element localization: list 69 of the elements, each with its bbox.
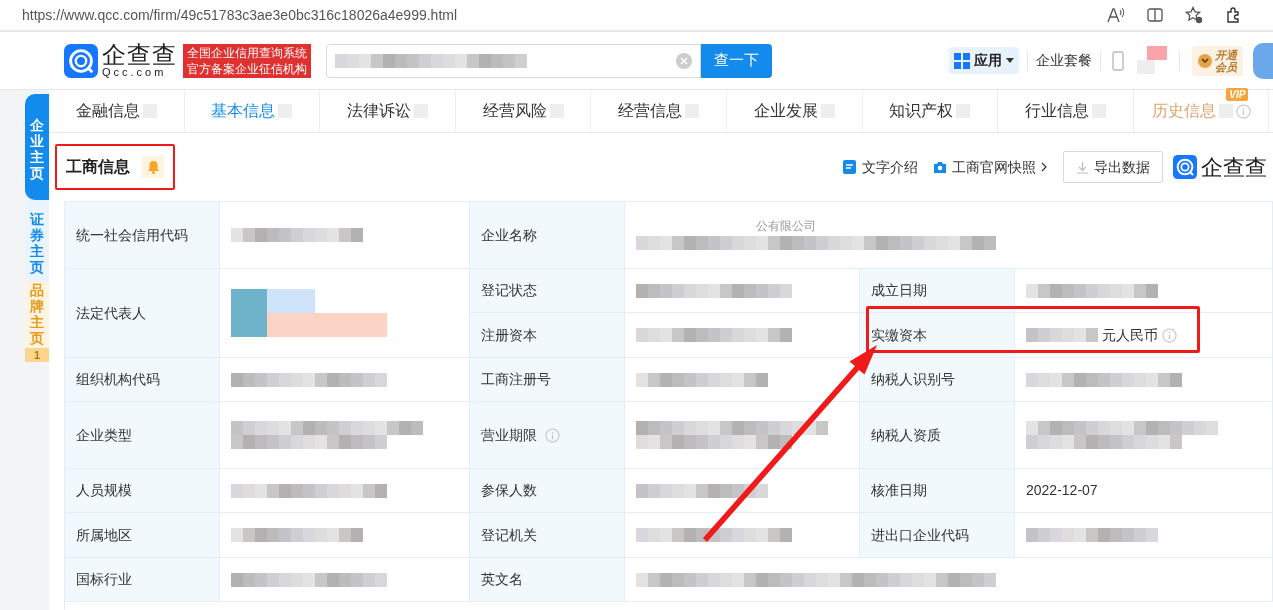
search-button[interactable]: 查一下 [701, 43, 772, 78]
split-screen-icon[interactable] [1147, 7, 1163, 23]
info-icon[interactable] [545, 427, 560, 443]
field-label: 进出口企业代码 [871, 525, 969, 545]
redacted-value [1026, 328, 1098, 342]
section-heading: 工商信息 [66, 157, 130, 177]
grid-icon [954, 52, 970, 69]
field-label: 纳税人资质 [871, 425, 941, 445]
field-value: 公有限公司 [755, 220, 817, 232]
field-label: 核准日期 [871, 481, 927, 500]
info-icon[interactable] [1162, 327, 1177, 343]
logo-text: 企查查 [102, 43, 177, 67]
field-label: 营业期限 [481, 425, 537, 445]
count-badge: 1 [25, 348, 49, 363]
package-link[interactable]: 企业套餐 [1036, 50, 1092, 71]
text-intro-link[interactable]: 文字介绍 [843, 156, 918, 178]
camera-icon [933, 161, 947, 173]
download-icon [1076, 160, 1089, 174]
vip-tag: VIP [1226, 88, 1249, 101]
field-label: 实缴资本 [871, 325, 927, 345]
field-label: 参保人数 [481, 481, 537, 500]
field-label: 成立日期 [871, 281, 927, 300]
clear-icon[interactable] [676, 52, 692, 69]
nav-tab[interactable]: 经营风险 [455, 90, 592, 132]
field-value: 元人民币 [1102, 325, 1158, 345]
nav-tab[interactable]: 行业信息 [998, 90, 1134, 132]
caret-icon [1006, 57, 1014, 64]
nav-tab[interactable]: 金融信息 [49, 90, 185, 132]
search-field[interactable] [326, 43, 701, 78]
field-label: 企业名称 [481, 225, 537, 245]
url-text[interactable]: https://www.qcc.com/firm/49c51783c3ae3e0bc316c18026a4e999.html [22, 4, 1107, 26]
field-label: 法定代表人 [76, 303, 146, 323]
field-label: 统一社会信用代码 [76, 225, 188, 245]
field-label: 企业类型 [76, 425, 132, 445]
nav-tab[interactable]: 基本信息 [184, 90, 321, 132]
document-icon [843, 160, 856, 174]
field-label: 国标行业 [76, 570, 132, 589]
user-avatar[interactable] [1253, 42, 1273, 79]
field-label: 注册资本 [481, 325, 537, 345]
snapshot-link[interactable]: 工商官网快照 [933, 156, 1047, 178]
read-aloud-icon[interactable] [1107, 7, 1125, 23]
nav-tab[interactable]: 企业发展 [726, 90, 863, 132]
logo-icon [64, 43, 98, 78]
chevron-right-icon [1041, 162, 1047, 172]
nav-tab[interactable]: 经营信息 [591, 90, 727, 132]
brand-logo-text: 企查查 [1201, 153, 1267, 182]
certification-badge: 全国企业信用查询系统 官方备案企业征信机构 [183, 43, 311, 78]
field-label: 登记机关 [481, 525, 537, 545]
logo-icon [1173, 155, 1197, 179]
export-button[interactable]: 导出数据 [1063, 151, 1163, 183]
field-label: 英文名 [481, 570, 523, 589]
logo-subtext: Qcc.com [102, 67, 168, 78]
phone-icon[interactable] [1112, 50, 1124, 71]
field-label: 人员规模 [76, 481, 132, 500]
field-label: 所属地区 [76, 525, 132, 545]
field-label: 工商注册号 [481, 370, 551, 389]
field-label: 登记状态 [481, 281, 537, 300]
field-label: 纳税人识别号 [871, 370, 955, 389]
nav-tab[interactable]: 法律诉讼 [320, 90, 456, 132]
bell-icon[interactable] [142, 156, 164, 178]
nav-tab[interactable]: 知识产权 [862, 90, 999, 132]
field-label: 组织机构代码 [76, 370, 160, 389]
apps-button[interactable]: 应用 [949, 47, 1019, 74]
chevron-icon [1198, 53, 1212, 68]
info-icon[interactable] [1235, 103, 1251, 119]
side-tab[interactable]: 企业主页 [25, 94, 49, 200]
favorite-icon[interactable] [1185, 6, 1203, 24]
redacted-icon [1137, 45, 1167, 76]
field-value: 2022-12-07 [1026, 481, 1098, 500]
